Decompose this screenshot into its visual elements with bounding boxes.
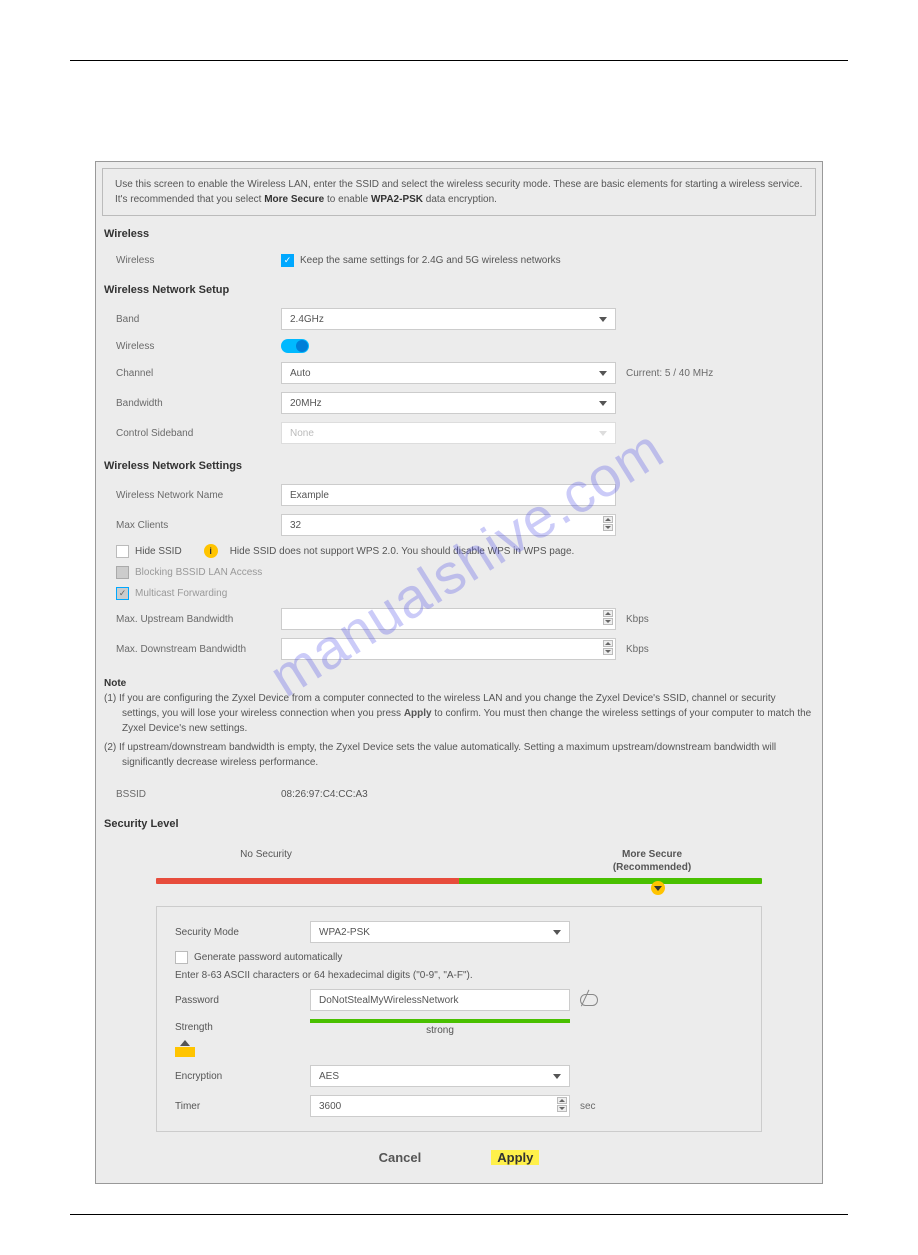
password-hint: Enter 8-63 ASCII characters or 64 hexade… (175, 970, 743, 981)
max-clients-input[interactable]: 32 (281, 514, 616, 536)
info-icon: i (204, 544, 218, 558)
channel-label: Channel (116, 368, 281, 379)
heading-wireless: Wireless (104, 228, 822, 240)
caret-down-icon (599, 431, 607, 436)
cancel-button[interactable]: Cancel (379, 1150, 422, 1165)
bandwidth-label: Bandwidth (116, 398, 281, 409)
max-dn-spinner[interactable] (603, 640, 613, 655)
keep-same-label: Keep the same settings for 2.4G and 5G w… (300, 255, 561, 266)
multicast-label: Multicast Forwarding (135, 588, 227, 599)
security-mode-select[interactable]: WPA2-PSK (310, 921, 570, 943)
security-slider-track[interactable] (156, 878, 762, 884)
channel-current: Current: 5 / 40 MHz (626, 368, 713, 379)
strength-bar (310, 1019, 570, 1023)
wireless-settings-panel: Use this screen to enable the Wireless L… (95, 161, 823, 1184)
caret-down-icon (553, 1074, 561, 1079)
apply-button[interactable]: Apply (491, 1150, 539, 1165)
bssid-value: 08:26:97:C4:CC:A3 (281, 789, 368, 800)
wireless-label: Wireless (116, 255, 281, 266)
password-input[interactable]: DoNotStealMyWirelessNetwork (310, 989, 570, 1011)
max-clients-spinner[interactable] (603, 516, 613, 531)
password-label: Password (175, 995, 310, 1006)
bandwidth-select[interactable]: 20MHz (281, 392, 616, 414)
band-select[interactable]: 2.4GHz (281, 308, 616, 330)
band-label: Band (116, 314, 281, 325)
multicast-checkbox[interactable] (116, 587, 129, 600)
max-clients-label: Max Clients (116, 520, 281, 531)
collapse-indicator[interactable] (175, 1040, 743, 1057)
eye-slash-icon[interactable] (580, 994, 598, 1006)
channel-select[interactable]: Auto (281, 362, 616, 384)
heading-setup: Wireless Network Setup (104, 284, 822, 296)
note-2: (2) If upstream/downstream bandwidth is … (104, 740, 814, 770)
timer-input[interactable]: 3600 (310, 1095, 570, 1117)
hide-ssid-checkbox[interactable] (116, 545, 129, 558)
heading-settings: Wireless Network Settings (104, 460, 822, 472)
caret-down-icon (599, 317, 607, 322)
max-dn-input[interactable] (281, 638, 616, 660)
encryption-select[interactable]: AES (310, 1065, 570, 1087)
blocking-bssid-label: Blocking BSSID LAN Access (135, 567, 262, 578)
max-up-spinner[interactable] (603, 610, 613, 625)
note-heading: Note (104, 676, 814, 691)
keep-same-checkbox[interactable] (281, 254, 294, 267)
timer-spinner[interactable] (557, 1097, 567, 1112)
more-secure-label: More Secure (622, 849, 682, 860)
heading-security: Security Level (104, 818, 822, 830)
kbps-unit: Kbps (626, 614, 649, 625)
max-up-input[interactable] (281, 608, 616, 630)
intro-wpa2psk: WPA2-PSK (371, 194, 423, 205)
ssid-label: Wireless Network Name (116, 490, 281, 501)
gen-password-checkbox[interactable] (175, 951, 188, 964)
blocking-bssid-checkbox[interactable] (116, 566, 129, 579)
strength-label: Strength (175, 1022, 310, 1033)
strength-value: strong (310, 1025, 570, 1036)
no-security-label: No Security (196, 848, 336, 874)
caret-down-icon (599, 401, 607, 406)
encryption-label: Encryption (175, 1071, 310, 1082)
max-dn-label: Max. Downstream Bandwidth (116, 644, 281, 655)
intro-box: Use this screen to enable the Wireless L… (102, 168, 816, 216)
recommended-label: (Recommended) (613, 862, 691, 873)
ssid-input[interactable]: Example (281, 484, 616, 506)
hide-ssid-label: Hide SSID (135, 546, 182, 557)
wireless-toggle[interactable] (281, 339, 309, 353)
caret-down-icon (553, 930, 561, 935)
security-panel: Security Mode WPA2-PSK Generate password… (156, 906, 762, 1132)
security-mode-label: Security Mode (175, 927, 310, 938)
sideband-select: None (281, 422, 616, 444)
hide-ssid-note: Hide SSID does not support WPS 2.0. You … (230, 546, 575, 557)
max-up-label: Max. Upstream Bandwidth (116, 614, 281, 625)
caret-down-icon (599, 371, 607, 376)
sec-unit: sec (580, 1101, 596, 1112)
kbps-unit: Kbps (626, 644, 649, 655)
bssid-label: BSSID (116, 789, 281, 800)
intro-more-secure: More Secure (264, 194, 324, 205)
gen-password-label: Generate password automatically (194, 952, 342, 963)
security-slider-knob[interactable] (651, 881, 665, 895)
timer-label: Timer (175, 1101, 310, 1112)
sideband-label: Control Sideband (116, 428, 281, 439)
wireless-toggle-label: Wireless (116, 341, 281, 352)
note-1: (1) If you are configuring the Zyxel Dev… (104, 691, 814, 736)
